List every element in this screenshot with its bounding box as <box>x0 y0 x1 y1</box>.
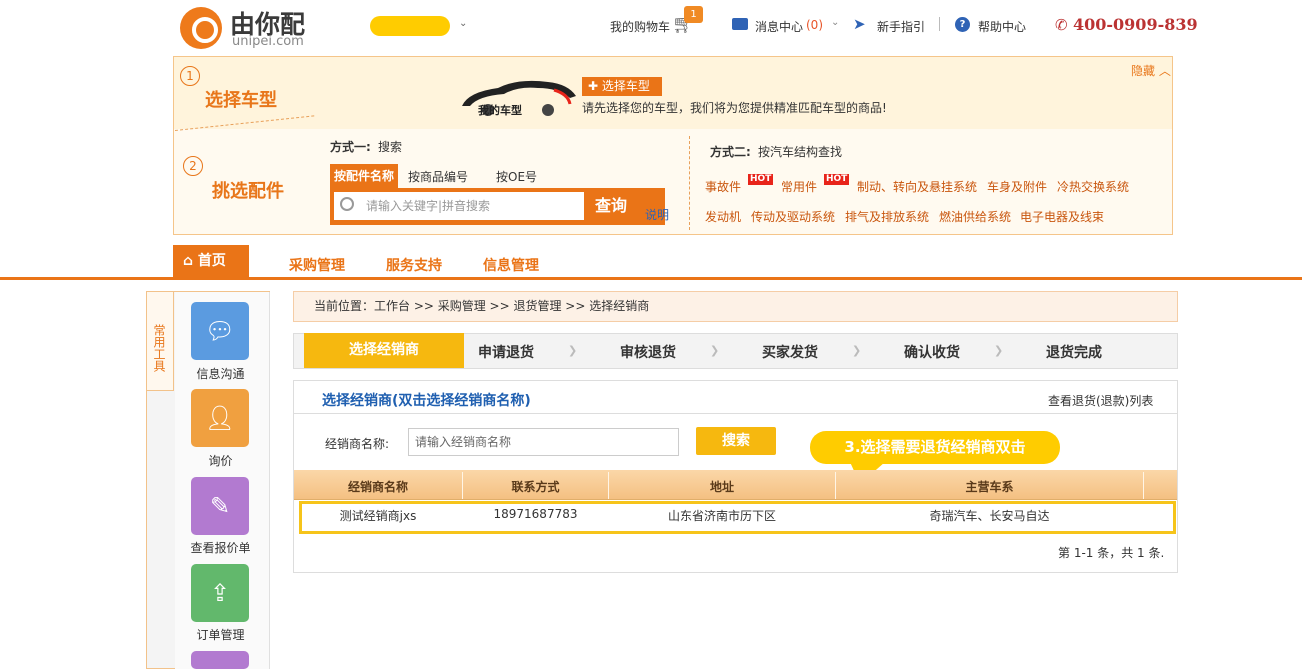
instruction-tooltip: 3.选择需要退货经销商双击 <box>810 431 1060 464</box>
step1-number: 1 <box>180 66 200 86</box>
tool-label-inquiry[interactable]: 询价 <box>173 452 268 469</box>
query-button[interactable]: 查询 <box>586 192 636 220</box>
more-tool-icon[interactable] <box>191 651 249 669</box>
column-header-contact: 联系方式 <box>511 480 560 494</box>
hide-toggle[interactable]: 隐藏 ︿ <box>1131 62 1171 79</box>
return-list-link[interactable]: 查看退货(退款)列表 <box>1048 392 1153 409</box>
method1-text: 搜索 <box>378 140 403 154</box>
my-car-label: 我的车型 <box>478 103 522 117</box>
category-brake-steering[interactable]: 制动、转向及悬挂系统 <box>857 178 977 195</box>
step1-band <box>174 57 1172 129</box>
step-apply-return: 申请退货 <box>478 345 534 361</box>
user-name-redacted[interactable] <box>370 16 450 36</box>
category-common-parts[interactable]: 常用件 <box>781 178 817 195</box>
message-count: (0) <box>806 18 823 32</box>
dealer-name-label: 经销商名称: <box>325 437 390 451</box>
column-header-dealer-name: 经销商名称 <box>347 480 408 494</box>
choose-car-button[interactable]: ✚ 选择车型 <box>582 77 662 96</box>
category-transmission[interactable]: 传动及驱动系统 <box>751 208 835 225</box>
quote-edit-icon[interactable]: ✎ <box>191 477 249 535</box>
pagination-summary: 第 1-1 条，共 1 条. <box>1058 546 1165 560</box>
cursor-icon: ➤ <box>853 15 866 33</box>
tool-label-orders[interactable]: 订单管理 <box>173 626 268 643</box>
chevron-right-icon: ❯ <box>994 344 1004 357</box>
cart-link[interactable]: 我的购物车 <box>610 18 670 35</box>
step-confirm-receipt: 确认收货 <box>904 345 960 361</box>
step2-number: 2 <box>183 156 203 176</box>
car-icon[interactable]: 我的车型 <box>458 74 578 120</box>
tab-by-oe-number[interactable]: 按OE号 <box>496 168 537 185</box>
tab-by-part-name[interactable]: 按配件名称 <box>330 164 398 188</box>
sidebar-tab-common-tools[interactable]: 常用工具 <box>146 291 174 391</box>
chat-icon[interactable]: 💬︎ <box>191 302 249 360</box>
inquiry-icon[interactable]: 👤︎ <box>191 389 249 447</box>
upload-icon[interactable]: ⇪ <box>191 564 249 622</box>
mail-icon[interactable] <box>732 18 748 30</box>
step-select-dealer: 选择经销商 <box>304 333 464 368</box>
nav-home[interactable]: ⌂ 首页 <box>173 245 249 277</box>
chevron-right-icon: ❯ <box>568 344 578 357</box>
column-divider <box>1143 472 1144 499</box>
column-header-address: 地址 <box>709 480 734 494</box>
nav-underline <box>0 277 1302 280</box>
category-body[interactable]: 车身及附件 <box>987 178 1047 195</box>
chevron-right-icon: ❯ <box>710 344 720 357</box>
panel-title: 选择经销商(双击选择经销商名称) <box>322 393 531 409</box>
category-exhaust[interactable]: 排气及排放系统 <box>845 208 929 225</box>
method2-label: 方式二: <box>710 145 751 159</box>
cell-series: 奇瑞汽车、长安马自达 <box>929 509 1050 523</box>
nav-home-label: 首页 <box>197 253 226 269</box>
logo-subtitle: unipei.com <box>232 34 304 49</box>
hot-badge: HOT <box>824 174 850 185</box>
chevron-up-icon: ︿ <box>1158 64 1171 78</box>
divider <box>939 17 940 31</box>
tool-label-quote[interactable]: 查看报价单 <box>173 539 268 556</box>
choose-car-label: 选择车型 <box>601 79 650 93</box>
method2-text: 按汽车结构查找 <box>758 145 843 159</box>
cell-address: 山东省济南市历下区 <box>667 509 776 523</box>
nav-purchase[interactable]: 采购管理 <box>289 255 345 275</box>
cell-phone: 18971687783 <box>493 507 578 521</box>
chevron-right-icon: ❯ <box>852 344 862 357</box>
newbie-guide-link[interactable]: 新手指引 <box>877 18 925 35</box>
category-electrical[interactable]: 电子电器及线束 <box>1020 208 1104 225</box>
logo-icon[interactable] <box>180 7 222 49</box>
help-icon: ? <box>955 17 970 32</box>
explain-link[interactable]: 说明 <box>645 206 669 223</box>
phone-icon: ✆ <box>1055 16 1068 34</box>
cell-dealer-name[interactable]: 测试经销商jxs <box>294 507 462 524</box>
step-review-return: 审核退货 <box>620 345 676 361</box>
message-center-link[interactable]: 消息中心 <box>755 18 803 35</box>
dealer-search-button[interactable]: 搜索 <box>696 427 776 455</box>
dashed-divider <box>689 136 690 230</box>
car-hint-text: 请先选择您的车型，我们将为您提供精准匹配车型的商品! <box>582 101 887 115</box>
chevron-down-icon[interactable]: ⌄ <box>831 17 839 28</box>
category-heat-exchange[interactable]: 冷热交换系统 <box>1057 178 1129 195</box>
hot-badge: HOT <box>748 174 774 185</box>
help-center-link[interactable]: 帮助中心 <box>978 18 1026 35</box>
tab-by-product-code[interactable]: 按商品编号 <box>408 168 468 185</box>
step-return-done: 退货完成 <box>1046 345 1102 361</box>
hotline-number: 400-0909-839 <box>1073 15 1198 34</box>
chevron-down-icon[interactable]: ⌄ <box>459 18 467 29</box>
dealer-name-input[interactable]: 请输入经销商名称 <box>408 428 679 456</box>
column-header-series: 主营车系 <box>965 480 1014 494</box>
step1-title: 选择车型 <box>205 90 277 111</box>
home-icon: ⌂ <box>183 253 194 269</box>
part-search-input[interactable]: 请输入关键字|拼音搜索 <box>334 192 584 220</box>
category-fuel[interactable]: 燃油供给系统 <box>939 208 1011 225</box>
nav-info[interactable]: 信息管理 <box>483 255 539 275</box>
breadcrumb: 当前位置：工作台 >> 采购管理 >> 退货管理 >> 选择经销商 <box>293 291 1178 322</box>
method1-label: 方式一: <box>330 140 371 154</box>
category-engine[interactable]: 发动机 <box>705 208 741 225</box>
category-accident-parts[interactable]: 事故件 <box>705 178 741 195</box>
step2-title: 挑选配件 <box>212 181 284 202</box>
divider <box>294 413 1177 414</box>
cart-count-badge: 1 <box>684 6 703 23</box>
hide-label: 隐藏 <box>1131 64 1156 78</box>
search-icon <box>340 197 354 211</box>
step-buyer-ship: 买家发货 <box>762 345 818 361</box>
tool-label-message[interactable]: 信息沟通 <box>173 365 268 382</box>
nav-service[interactable]: 服务支持 <box>386 255 442 275</box>
